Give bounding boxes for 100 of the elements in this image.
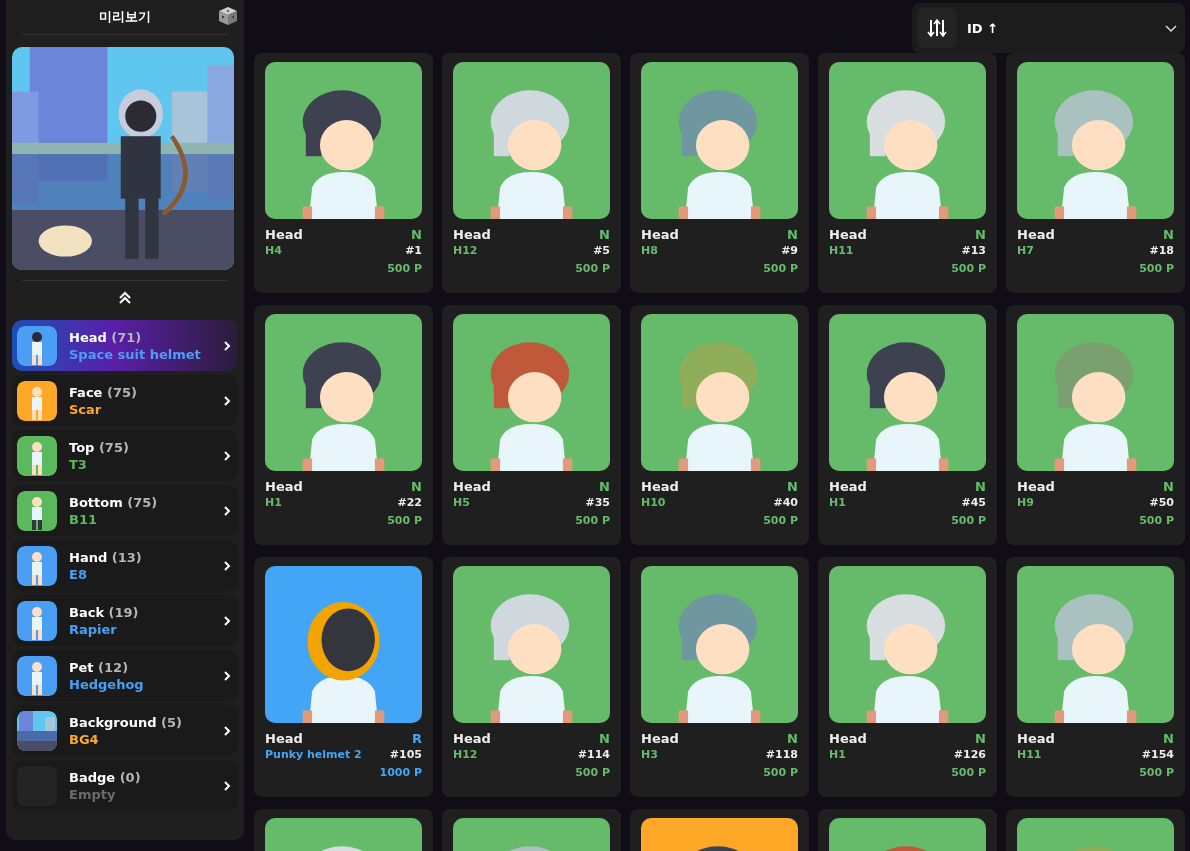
category-item[interactable]: Top (75) T3	[12, 430, 238, 481]
chevron-down-icon	[1165, 22, 1177, 34]
item-category: Head	[265, 227, 303, 242]
category-item[interactable]: Bottom (75) B11	[12, 485, 238, 536]
item-category: Head	[829, 227, 867, 242]
category-name: Hand (13)	[69, 549, 143, 565]
item-id: #5	[593, 244, 610, 257]
dice-icon[interactable]	[218, 6, 238, 26]
item-price: 1000 P	[379, 766, 422, 779]
category-item[interactable]: Badge (0) Empty	[12, 760, 238, 811]
item-name: H8	[641, 244, 658, 257]
category-name: Badge (0)	[69, 769, 142, 785]
item-card[interactable]	[630, 809, 809, 851]
item-card[interactable]: Head N H4 #1 500 P	[254, 53, 433, 293]
category-name: Face (75)	[69, 384, 138, 400]
item-price: 500 P	[387, 514, 422, 527]
category-value: BG4	[69, 731, 100, 747]
item-rarity: N	[411, 227, 422, 242]
chevron-right-icon	[222, 615, 232, 626]
category-value: E8	[69, 566, 88, 582]
item-rarity: R	[412, 731, 422, 746]
item-category: Head	[829, 479, 867, 494]
item-card[interactable]: Head N H10 #40 500 P	[630, 305, 809, 545]
item-card[interactable]: Head R Punky helmet 2 #105 1000 P	[254, 557, 433, 797]
item-card[interactable]: Head N H1 #126 500 P	[818, 557, 997, 797]
item-name: H12	[453, 244, 478, 257]
category-value: Scar	[69, 401, 103, 417]
item-card[interactable]: Head N H11 #13 500 P	[818, 53, 997, 293]
chevron-right-icon	[222, 725, 232, 736]
item-category: Head	[641, 479, 679, 494]
category-item[interactable]: Back (19) Rapier	[12, 595, 238, 646]
item-name: H7	[1017, 244, 1034, 257]
item-category: Head	[641, 227, 679, 242]
item-card[interactable]: Head N H3 #118 500 P	[630, 557, 809, 797]
category-name: Pet (12)	[69, 659, 130, 675]
item-rarity: N	[975, 479, 986, 494]
item-rarity: N	[411, 479, 422, 494]
item-name: H3	[641, 748, 658, 761]
item-rarity: N	[975, 227, 986, 242]
item-id: #9	[781, 244, 798, 257]
item-card[interactable]	[442, 809, 621, 851]
item-card[interactable]: Head N H5 #35 500 P	[442, 305, 621, 545]
item-id: #18	[1149, 244, 1174, 257]
category-name: Top (75)	[69, 439, 130, 455]
item-card[interactable]: Head N H9 #50 500 P	[1006, 305, 1185, 545]
item-name: H1	[265, 496, 282, 509]
sort-dropdown[interactable]: ID ↑	[912, 3, 1185, 53]
item-category: Head	[265, 731, 303, 746]
category-item[interactable]: Background (5) BG4	[12, 705, 238, 756]
chevron-right-icon	[222, 340, 232, 351]
collapse-icon[interactable]	[117, 290, 133, 306]
item-id: #22	[397, 496, 422, 509]
item-id: #114	[577, 748, 610, 761]
item-name: H1	[829, 748, 846, 761]
category-value: Hedgehog	[69, 676, 145, 692]
item-rarity: N	[599, 731, 610, 746]
chevron-right-icon	[222, 505, 232, 516]
category-name: Back (19)	[69, 604, 140, 620]
category-item[interactable]: Hand (13) E8	[12, 540, 238, 591]
category-name: Head (71)	[69, 329, 143, 345]
item-rarity: N	[1163, 731, 1174, 746]
category-item[interactable]: Face (75) Scar	[12, 375, 238, 426]
item-card[interactable]	[1006, 809, 1185, 851]
item-name: H9	[1017, 496, 1034, 509]
item-card[interactable]: Head N H1 #45 500 P	[818, 305, 997, 545]
category-value: Rapier	[69, 621, 118, 637]
item-id: #45	[961, 496, 986, 509]
item-category: Head	[641, 731, 679, 746]
item-card[interactable]: Head N H11 #154 500 P	[1006, 557, 1185, 797]
item-price: 500 P	[951, 766, 986, 779]
item-category: Head	[1017, 731, 1055, 746]
item-price: 500 P	[387, 262, 422, 275]
item-price: 500 P	[951, 514, 986, 527]
item-id: #1	[405, 244, 422, 257]
item-rarity: N	[599, 479, 610, 494]
item-card[interactable]: Head N H7 #18 500 P	[1006, 53, 1185, 293]
item-id: #105	[389, 748, 422, 761]
item-price: 500 P	[951, 262, 986, 275]
category-item[interactable]: Head (71) Space suit helmet	[12, 320, 238, 371]
panel-title: 미리보기	[99, 8, 151, 26]
item-rarity: N	[1163, 479, 1174, 494]
item-category: Head	[265, 479, 303, 494]
item-price: 500 P	[763, 262, 798, 275]
item-rarity: N	[787, 731, 798, 746]
item-name: H5	[453, 496, 470, 509]
item-card[interactable]: Head N H8 #9 500 P	[630, 53, 809, 293]
category-value: B11	[69, 511, 98, 527]
item-id: #126	[953, 748, 986, 761]
item-price: 500 P	[575, 766, 610, 779]
category-item[interactable]: Pet (12) Hedgehog	[12, 650, 238, 701]
item-name: H12	[453, 748, 478, 761]
category-value: Space suit helmet	[69, 346, 202, 362]
item-id: #50	[1149, 496, 1174, 509]
item-card[interactable]	[254, 809, 433, 851]
item-card[interactable]	[818, 809, 997, 851]
item-card[interactable]: Head N H12 #5 500 P	[442, 53, 621, 293]
item-name: H11	[829, 244, 854, 257]
item-card[interactable]: Head N H12 #114 500 P	[442, 557, 621, 797]
item-card[interactable]: Head N H1 #22 500 P	[254, 305, 433, 545]
category-value: Empty	[69, 786, 117, 802]
